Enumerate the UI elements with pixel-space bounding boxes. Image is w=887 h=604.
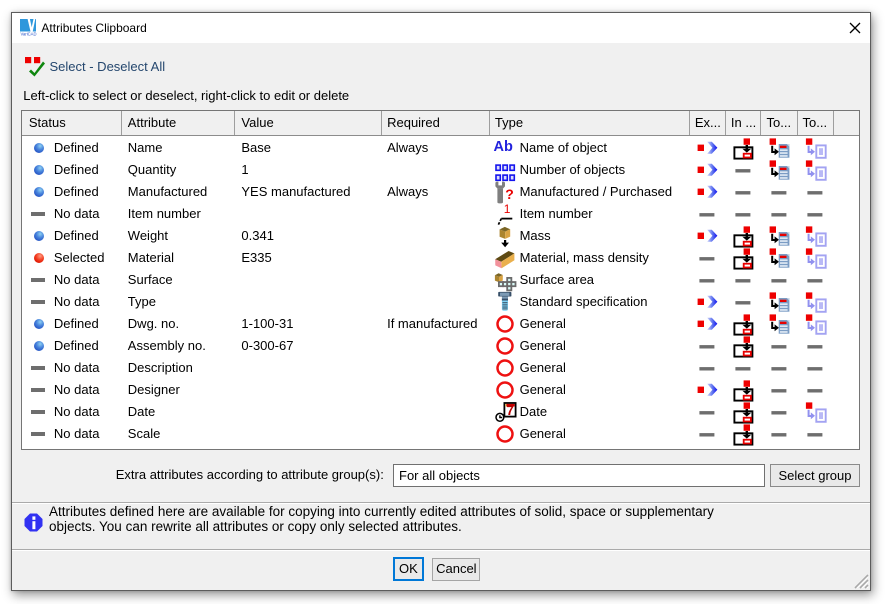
- svg-text:VariCAD: VariCAD: [21, 32, 37, 37]
